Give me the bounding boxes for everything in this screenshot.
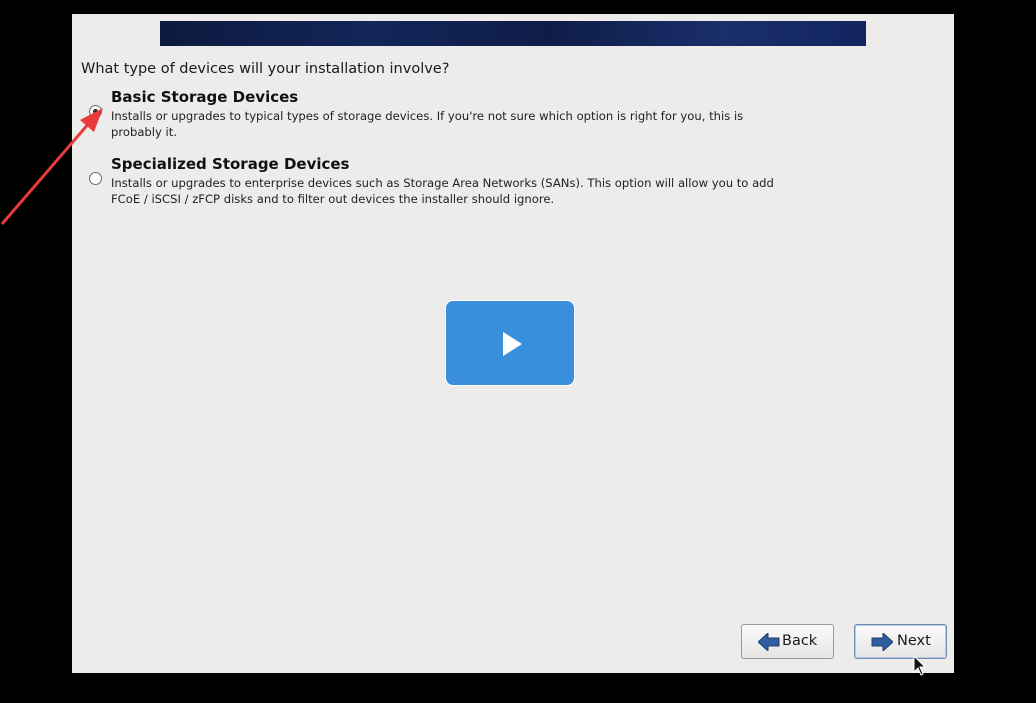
- back-button-label: Back: [782, 633, 818, 649]
- next-button-label: Next: [897, 633, 931, 649]
- installer-window: What type of devices will your installat…: [72, 14, 954, 673]
- arrow-left-icon: [758, 633, 780, 651]
- page-question: What type of devices will your installat…: [81, 61, 450, 77]
- installer-banner: [160, 21, 866, 46]
- option-description: Installs or upgrades to typical types of…: [111, 109, 744, 139]
- next-button[interactable]: Next: [854, 624, 947, 659]
- arrow-right-icon: [871, 633, 893, 651]
- option-title: Basic Storage Devices: [111, 88, 299, 106]
- mouse-pointer-icon: [913, 655, 927, 676]
- back-button[interactable]: Back: [741, 624, 834, 659]
- play-icon: [503, 332, 522, 356]
- annotation-arrow: [0, 108, 103, 225]
- option-description: Installs or upgrades to enterprise devic…: [111, 176, 774, 206]
- video-play-button[interactable]: [445, 300, 575, 386]
- option-title: Specialized Storage Devices: [111, 155, 350, 173]
